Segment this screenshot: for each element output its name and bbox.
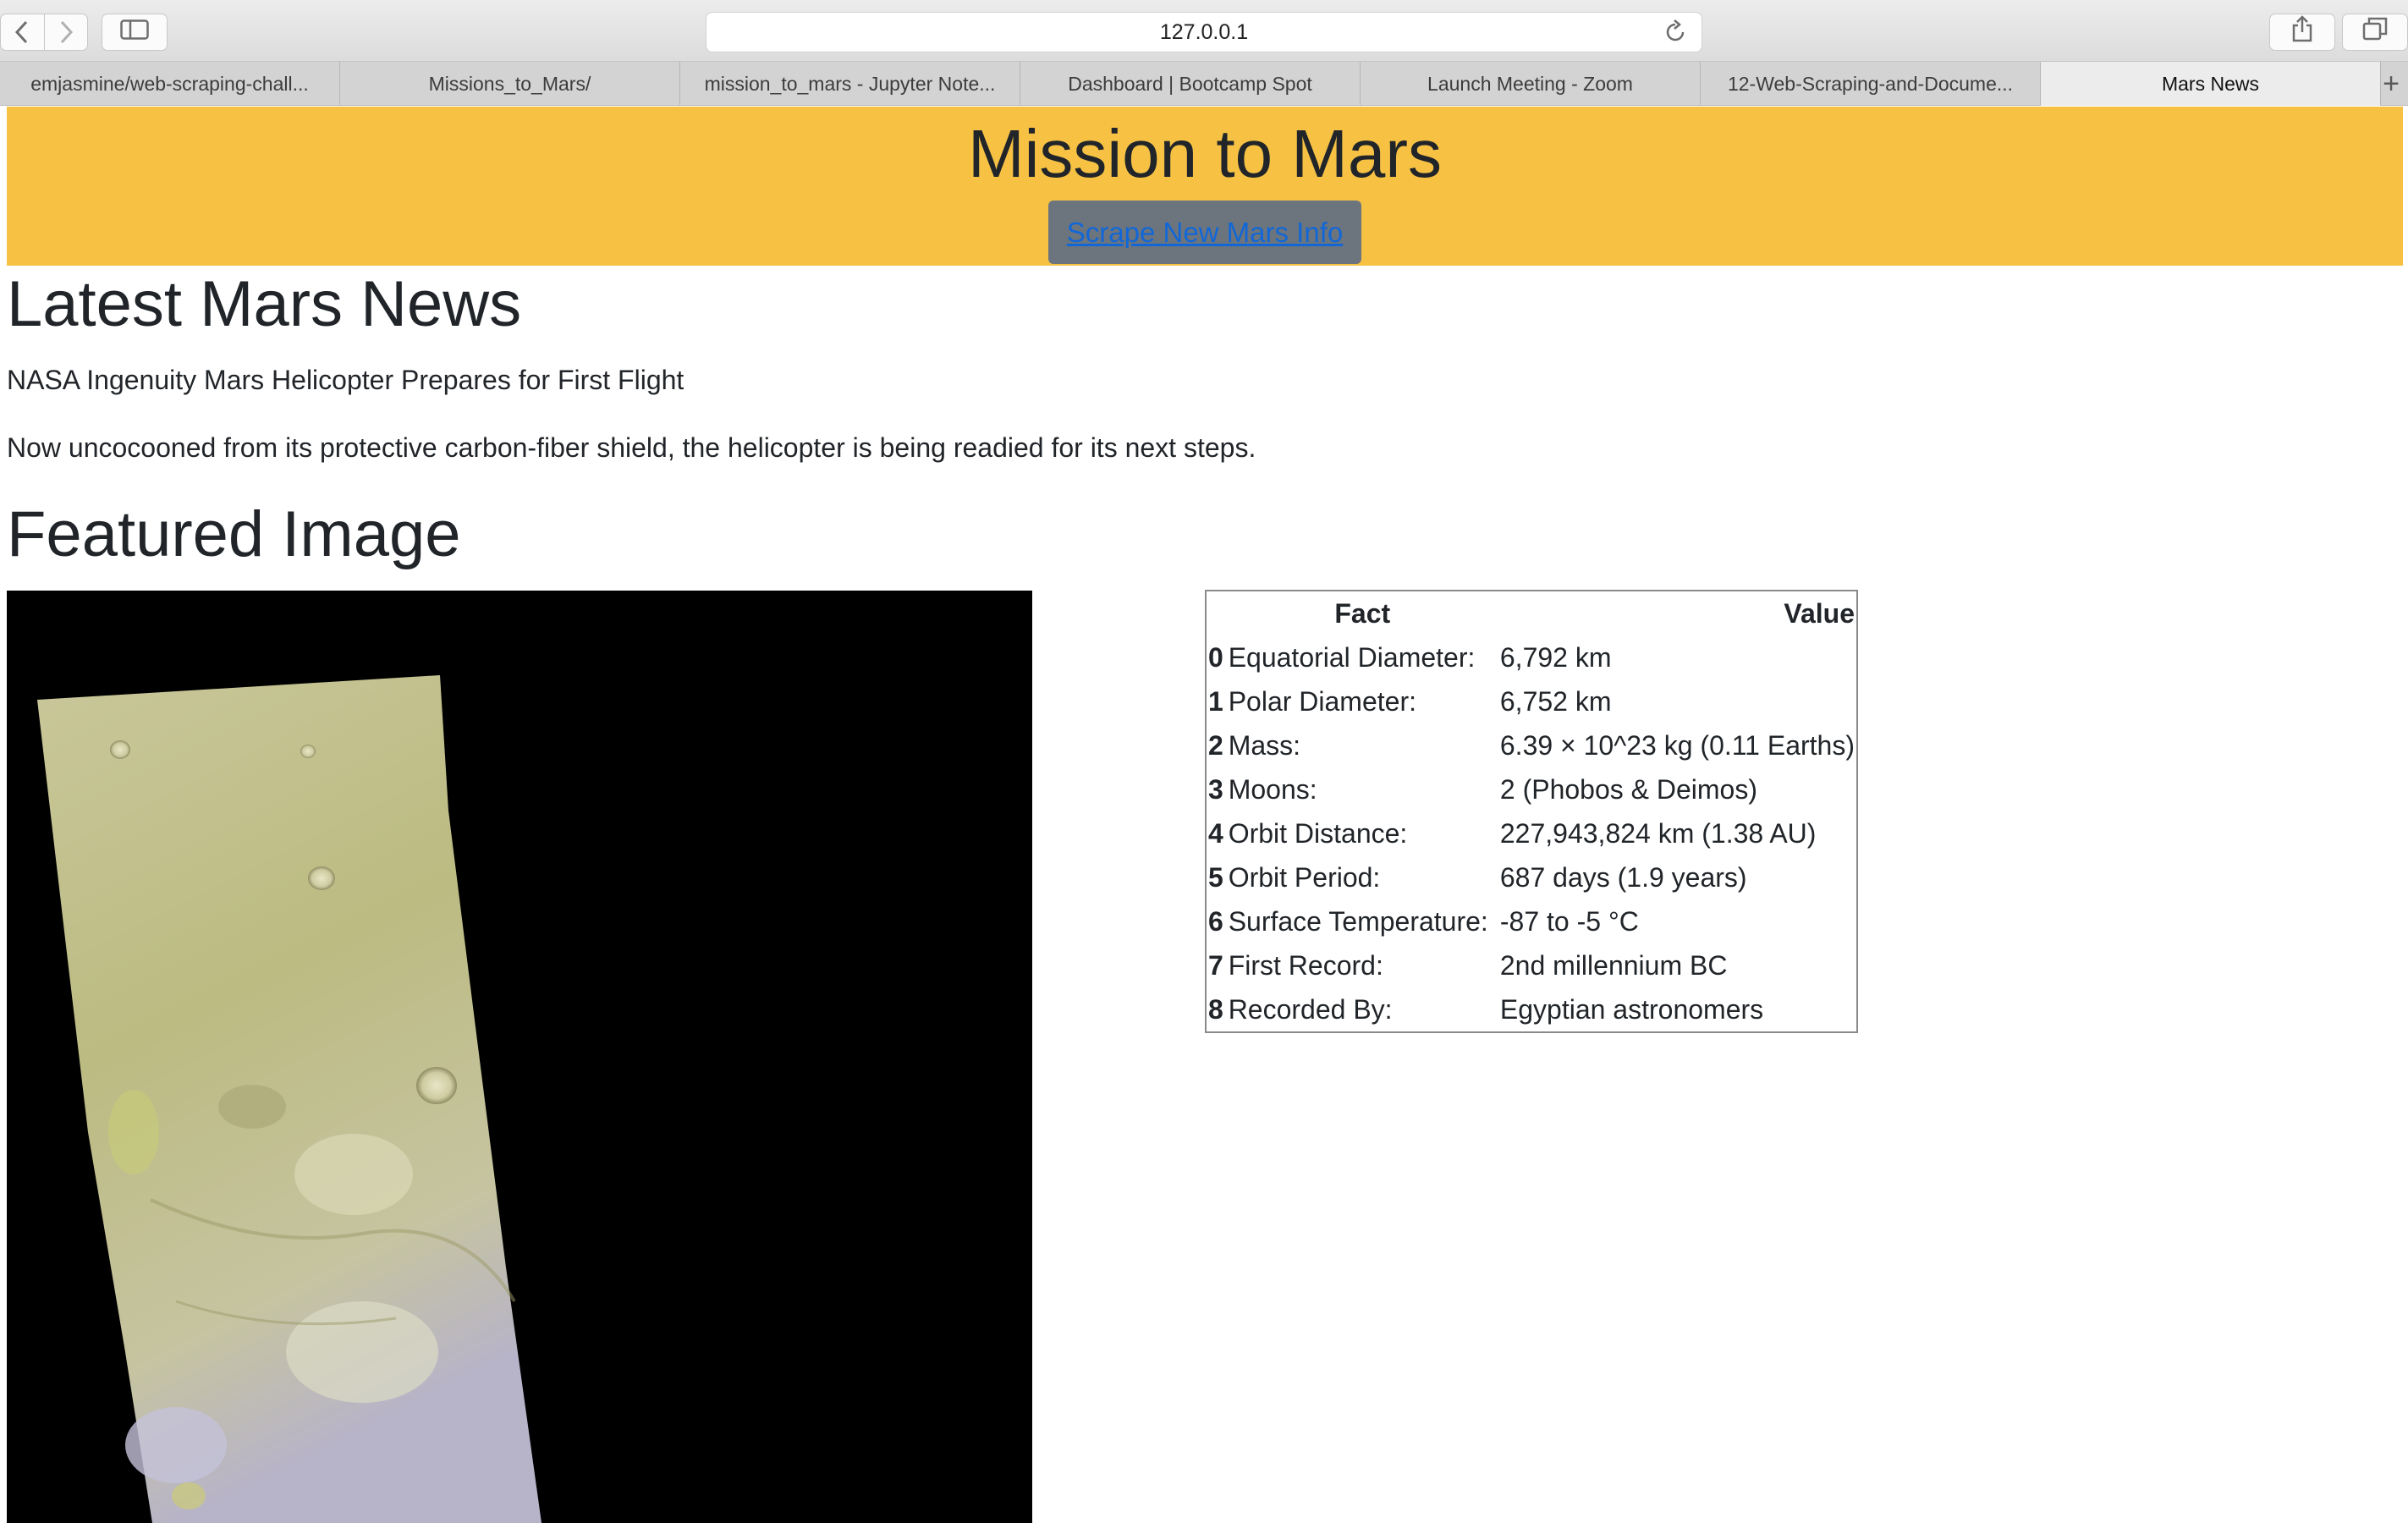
tab-web-scraping-docs[interactable]: 12-Web-Scraping-and-Docume... <box>1701 62 2041 106</box>
scrape-link[interactable]: Scrape New Mars Info <box>1067 217 1343 249</box>
news-heading: Latest Mars News <box>7 268 522 340</box>
table-row: 4 Orbit Distance: 227,943,824 km (1.38 AU) <box>1207 811 1856 855</box>
tab-bootcamp-dashboard[interactable]: Dashboard | Bootcamp Spot <box>1020 62 1361 106</box>
tab-mars-news[interactable]: Mars News <box>2041 62 2381 106</box>
table-row: 0 Equatorial Diameter: 6,792 km <box>1207 635 1856 679</box>
tabs-overview-icon <box>2362 17 2388 47</box>
fact-cell: Orbit Period: <box>1228 861 1381 893</box>
scrape-button[interactable]: Scrape New Mars Info <box>1048 201 1361 264</box>
value-cell: Egyptian astronomers <box>1499 993 1764 1025</box>
featured-image <box>7 591 1032 1523</box>
fact-cell: Mass: <box>1228 729 1301 761</box>
value-cell: -87 to -5 °C <box>1499 905 1639 937</box>
mars-facts-table: Fact Value 0 Equatorial Diameter: 6,792 km… <box>1205 590 1858 1033</box>
row-index: 3 <box>1208 773 1223 805</box>
fact-cell: First Record: <box>1228 949 1383 981</box>
row-index: 4 <box>1208 817 1223 849</box>
sidebar-button[interactable] <box>102 14 168 51</box>
table-row: 5 Orbit Period: 687 days (1.9 years) <box>1207 855 1856 899</box>
featured-heading: Featured Image <box>7 498 461 570</box>
forward-icon[interactable] <box>43 14 88 50</box>
row-index: 7 <box>1208 949 1223 981</box>
nav-button-group <box>0 14 88 51</box>
reload-icon[interactable] <box>1664 19 1686 50</box>
value-cell: 687 days (1.9 years) <box>1499 861 1747 893</box>
tab-jupyter-notebook[interactable]: mission_to_mars - Jupyter Note... <box>680 62 1020 106</box>
fact-cell: Polar Diameter: <box>1228 685 1416 717</box>
value-cell: 2nd millennium BC <box>1499 949 1728 981</box>
sidebar-icon <box>120 18 149 47</box>
fact-cell: Equatorial Diameter: <box>1228 641 1476 673</box>
tab-zoom-meeting[interactable]: Launch Meeting - Zoom <box>1361 62 1701 106</box>
browser-toolbar: 127.0.0.1 <box>0 0 2408 62</box>
jumbotron: Mission to Mars Scrape New Mars Info <box>7 107 2403 266</box>
value-cell: 2 (Phobos & Deimos) <box>1499 773 1757 805</box>
value-cell: 6.39 × 10^23 kg (0.11 Earths) <box>1499 729 1855 761</box>
tab-strip: emjasmine/web-scraping-chall... Missions… <box>0 62 2408 106</box>
table-row: 6 Surface Temperature: -87 to -5 °C <box>1207 899 1856 943</box>
fact-header: Fact <box>1334 597 1391 629</box>
row-index: 2 <box>1208 729 1223 761</box>
news-title: NASA Ingenuity Mars Helicopter Prepares … <box>7 365 684 395</box>
page-content: Mission to Mars Scrape New Mars Info Lat… <box>0 107 2408 1523</box>
table-row: 8 Recorded By: Egyptian astronomers <box>1207 987 1856 1031</box>
share-button[interactable] <box>2269 14 2335 51</box>
table-header-row: Fact Value <box>1207 591 1856 635</box>
index-header <box>1207 591 1227 635</box>
row-index: 6 <box>1208 905 1223 937</box>
page-title: Mission to Mars <box>967 116 1443 191</box>
table-row: 7 First Record: 2nd millennium BC <box>1207 943 1856 987</box>
fact-cell: Orbit Distance: <box>1228 817 1408 849</box>
table-row: 2 Mass: 6.39 × 10^23 kg (0.11 Earths) <box>1207 723 1856 767</box>
value-cell: 6,792 km <box>1499 641 1612 673</box>
tab-web-scraping-challenge[interactable]: emjasmine/web-scraping-chall... <box>0 62 340 106</box>
fact-cell: Moons: <box>1228 773 1317 805</box>
table-row: 3 Moons: 2 (Phobos & Deimos) <box>1207 767 1856 811</box>
row-index: 8 <box>1208 993 1223 1025</box>
value-cell: 6,752 km <box>1499 685 1612 717</box>
news-teaser: Now uncocooned from its protective carbo… <box>7 432 1256 463</box>
row-index: 1 <box>1208 685 1223 717</box>
share-icon <box>2291 15 2313 49</box>
address-text: 127.0.0.1 <box>1159 19 1249 44</box>
fact-cell: Recorded By: <box>1228 993 1393 1025</box>
fact-cell: Surface Temperature: <box>1228 905 1488 937</box>
value-cell: 227,943,824 km (1.38 AU) <box>1499 817 1817 849</box>
back-icon[interactable] <box>1 14 44 50</box>
row-index: 5 <box>1208 861 1223 893</box>
tabs-overview-button[interactable] <box>2342 14 2408 51</box>
table-row: 1 Polar Diameter: 6,752 km <box>1207 679 1856 723</box>
value-header: Value <box>1784 597 1855 629</box>
plus-icon[interactable]: + <box>2381 62 2401 106</box>
tab-missions-to-mars[interactable]: Missions_to_Mars/ <box>340 62 680 106</box>
address-bar[interactable]: 127.0.0.1 <box>706 12 1702 52</box>
row-index: 0 <box>1208 641 1223 673</box>
